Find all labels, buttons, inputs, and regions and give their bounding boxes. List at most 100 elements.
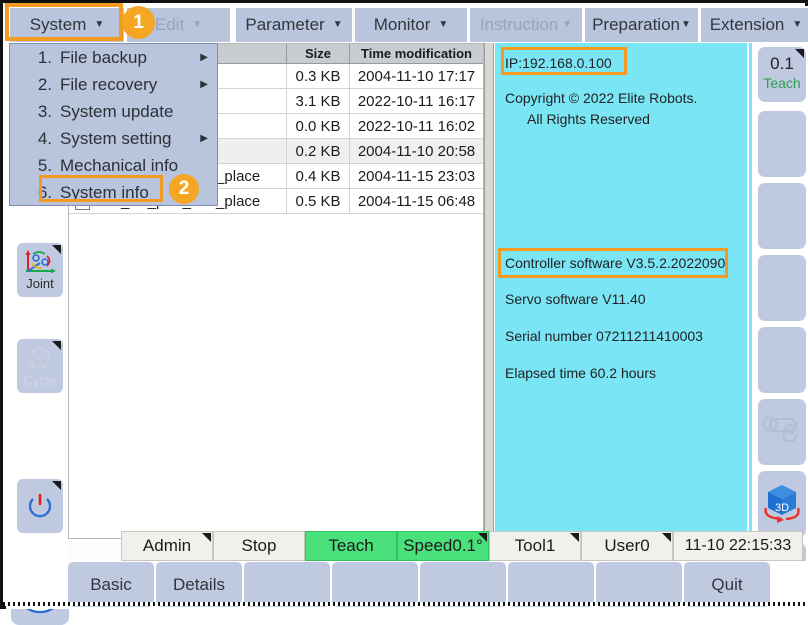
- bottom-button-basic-label: Basic: [90, 574, 132, 594]
- chevron-down-icon: ▼: [562, 19, 573, 30]
- file-time-cell: 2004-11-15 06:48: [357, 192, 476, 210]
- status-tool-label: Tool1: [514, 536, 556, 555]
- file-time-cell: 2022-10-11 16:02: [357, 117, 476, 135]
- dropdown-item-system-setting[interactable]: 4. System setting ▶: [10, 125, 217, 152]
- status-speed-label: Speed0.1°: [403, 536, 483, 555]
- svg-text:C: C: [38, 352, 49, 369]
- bottom-button-6[interactable]: [508, 562, 594, 607]
- dropdown-item-label: File backup: [60, 47, 147, 67]
- menu-item-instruction-label: Instruction: [479, 15, 559, 34]
- status-datetime-label: 11-10 22:15:33: [684, 537, 792, 554]
- app-window: System ▼ Edit ▼ Parameter ▼ Monitor ▼ In…: [0, 0, 808, 625]
- right-button-3[interactable]: [758, 183, 806, 249]
- dropdown-item-system-update[interactable]: 3. System update: [10, 98, 217, 125]
- menu-item-preparation[interactable]: Preparation ▼: [585, 8, 698, 42]
- submenu-arrow-icon: ▶: [200, 133, 208, 144]
- bottom-button-3[interactable]: [244, 562, 330, 607]
- table-vertical-scrollbar[interactable]: [484, 43, 494, 539]
- menu-item-parameter-label: Parameter: [245, 15, 325, 34]
- status-robot-state-label: Stop: [241, 536, 277, 555]
- menu-item-system[interactable]: System ▼: [10, 8, 124, 42]
- sidebar-button-cycle-label: Cycle: [23, 373, 57, 388]
- sidebar-button-joint-label: Joint: [26, 276, 54, 291]
- column-header-time: Time modification: [361, 46, 472, 61]
- dropdown-item-number: 3.: [37, 101, 52, 121]
- status-mode-teach[interactable]: Teach: [305, 531, 397, 561]
- bottom-dotted-edge: [3, 602, 808, 606]
- right-button-speed-mode[interactable]: 0.1 Teach: [758, 47, 806, 102]
- status-user-role-label: Admin: [142, 536, 192, 555]
- copyright-line-1: Copyright © 2022 Elite Robots.: [505, 90, 698, 106]
- bottom-button-5[interactable]: [420, 562, 506, 607]
- bottom-button-details-label: Details: [173, 574, 225, 594]
- chevron-down-icon: ▼: [332, 19, 343, 30]
- corner-marker-icon: [662, 533, 671, 542]
- file-size-cell: 0.2 KB: [287, 139, 350, 163]
- menu-item-extension[interactable]: Extension ▼: [701, 8, 808, 42]
- menu-item-parameter[interactable]: Parameter ▼: [236, 8, 352, 42]
- dropdown-item-label: File recovery: [60, 74, 158, 94]
- right-button-3d-view[interactable]: 3D: [758, 471, 806, 537]
- status-speed[interactable]: Speed0.1°: [397, 531, 489, 561]
- dropdown-item-number: 4.: [37, 128, 52, 148]
- submenu-arrow-icon: ▶: [200, 52, 208, 63]
- right-button-2[interactable]: [758, 111, 806, 177]
- file-size-cell: 0.4 KB: [287, 164, 350, 188]
- dropdown-item-number: 5.: [37, 155, 52, 175]
- corner-marker-icon: [52, 341, 61, 350]
- dropdown-item-label: Mechanical info: [60, 155, 179, 175]
- copyright-line-2: All Rights Reserved: [527, 111, 650, 127]
- speed-value-text: 0.1: [770, 54, 794, 73]
- power-icon: [28, 494, 52, 518]
- right-button-hand-guide[interactable]: [758, 399, 806, 465]
- file-time-cell: 2004-11-10 20:58: [357, 142, 476, 160]
- menu-item-system-label: System: [29, 15, 87, 34]
- menu-item-extension-label: Extension: [709, 15, 785, 34]
- status-robot-state[interactable]: Stop: [213, 531, 305, 561]
- bottom-button-4[interactable]: [332, 562, 418, 607]
- chevron-down-icon: ▼: [192, 19, 203, 30]
- chevron-down-icon: ▼: [438, 19, 449, 30]
- annotation-badge-2: 2: [169, 174, 199, 204]
- status-tool[interactable]: Tool1: [489, 531, 581, 561]
- chevron-down-icon: ▼: [792, 19, 803, 30]
- bottom-button-7[interactable]: [596, 562, 682, 607]
- dropdown-item-file-backup[interactable]: 1. File backup ▶: [10, 44, 217, 71]
- sidebar-button-power[interactable]: [17, 479, 63, 533]
- right-button-4[interactable]: [758, 255, 806, 321]
- file-size-cell: 0.5 KB: [287, 189, 350, 213]
- status-user-frame-label: User0: [604, 536, 650, 555]
- status-bar: Admin Stop Teach Speed0.1° Tool1 User0 1…: [6, 531, 808, 561]
- menu-item-instruction[interactable]: Instruction ▼: [470, 8, 582, 42]
- dropdown-item-label: System update: [60, 101, 174, 121]
- 3d-cube-icon: 3D: [764, 485, 800, 523]
- column-header-size: Size: [287, 44, 350, 63]
- bottom-button-details[interactable]: Details: [156, 562, 242, 607]
- bottom-button-basic[interactable]: Basic: [68, 562, 154, 607]
- hand-guide-icon: [762, 416, 797, 443]
- status-mode-teach-label: Teach: [328, 536, 374, 555]
- svg-text:3D: 3D: [775, 502, 789, 514]
- system-info-panel: IP:192.168.0.100 Copyright © 2022 Elite …: [495, 43, 747, 539]
- file-size-cell: 0.3 KB: [287, 64, 350, 88]
- bottom-button-quit[interactable]: Quit: [684, 562, 770, 607]
- file-time-cell: 2004-11-15 23:03: [357, 167, 476, 185]
- dropdown-item-label: System setting: [60, 128, 172, 148]
- sidebar-button-cycle[interactable]: C Cycle: [17, 339, 63, 393]
- corner-marker-icon: [202, 533, 211, 542]
- right-sidebar: 0.1 Teach 3D: [749, 43, 808, 603]
- dropdown-item-number: 1.: [37, 47, 52, 67]
- chevron-down-icon: ▼: [680, 19, 691, 30]
- file-size-cell: 3.1 KB: [287, 89, 350, 113]
- sidebar-button-joint[interactable]: Joint: [17, 243, 63, 297]
- mode-label-text: Teach: [763, 75, 801, 91]
- menu-item-monitor[interactable]: Monitor ▼: [355, 8, 467, 42]
- status-datetime[interactable]: 11-10 22:15:33: [673, 531, 803, 561]
- highlight-box-system-info-item: [39, 175, 163, 202]
- dropdown-item-file-recovery[interactable]: 2. File recovery ▶: [10, 71, 217, 98]
- right-button-5[interactable]: [758, 327, 806, 393]
- status-user-frame[interactable]: User0: [581, 531, 673, 561]
- submenu-arrow-icon: ▶: [200, 79, 208, 90]
- status-user-role[interactable]: Admin: [121, 531, 213, 561]
- highlight-box-ip: [501, 47, 627, 75]
